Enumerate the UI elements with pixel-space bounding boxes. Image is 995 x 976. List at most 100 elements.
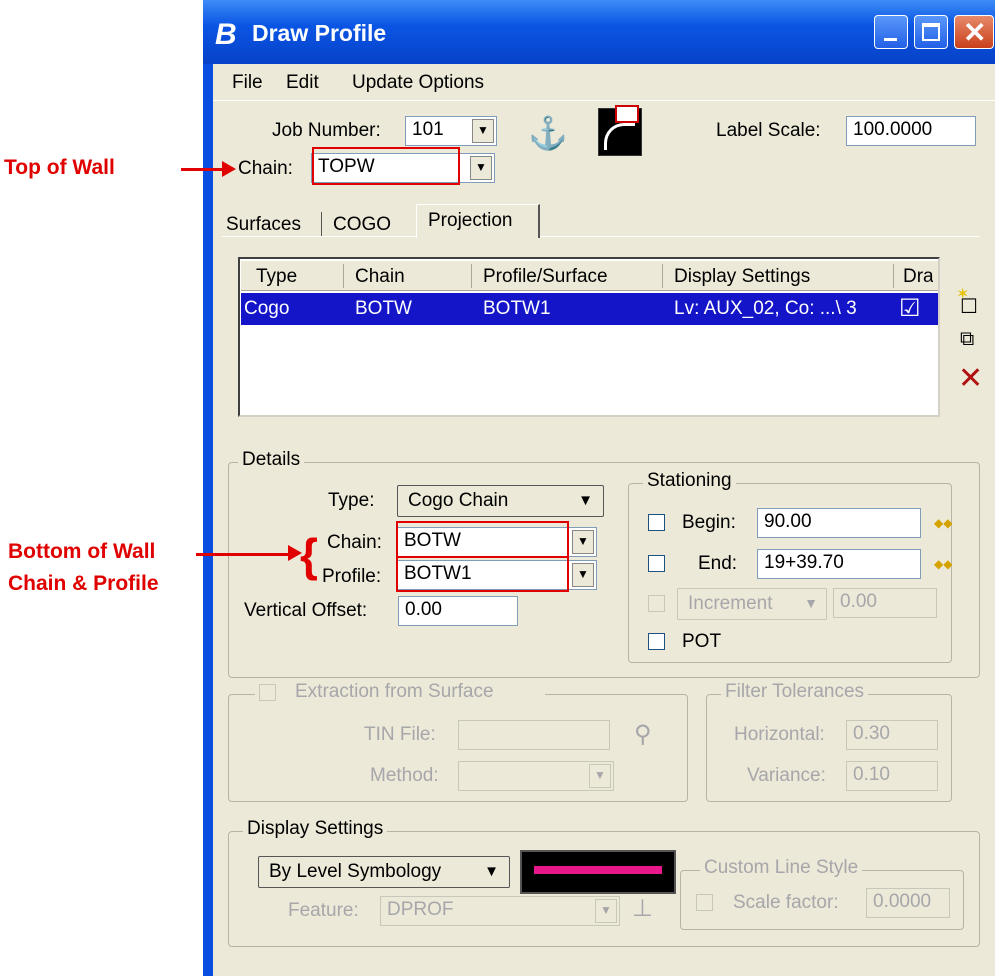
details-title: Details <box>238 449 305 471</box>
window-title: Draw Profile <box>252 20 387 46</box>
chevron-down-icon: ▼ <box>589 764 611 788</box>
job-number-combo[interactable]: 101 ▼ <box>405 116 497 146</box>
maximize-button[interactable] <box>914 15 948 49</box>
increment-dropdown[interactable]: Increment ▼ <box>677 588 827 620</box>
symbology-value: By Level Symbology <box>269 861 442 882</box>
anchor-icon[interactable]: ⚓ <box>528 110 574 156</box>
end-input[interactable]: 19+39.70 <box>757 549 921 579</box>
custom-line-style-title: Custom Line Style <box>700 857 863 879</box>
col-divider <box>893 264 894 288</box>
details-profile-label: Profile: <box>322 566 382 587</box>
details-chain-label: Chain: <box>327 532 382 553</box>
type-label: Type: <box>328 490 375 511</box>
horizontal-input[interactable]: 0.30 <box>846 720 938 750</box>
extraction-header: Extraction from Surface <box>255 681 545 705</box>
menu-update-options[interactable]: Update Options <box>352 72 484 94</box>
locate-end-icon[interactable]: ◆◆ <box>934 557 952 571</box>
extraction-title: Extraction from Surface <box>295 681 494 702</box>
line-color-swatch <box>534 866 662 874</box>
tab-strip-line <box>222 236 980 237</box>
chevron-down-icon: ▼ <box>484 863 499 880</box>
tab-cogo[interactable]: COGO <box>333 214 391 236</box>
chevron-down-icon[interactable]: ▼ <box>572 530 594 554</box>
tab-separator <box>321 212 322 236</box>
delete-icon[interactable]: ✕ <box>958 364 983 394</box>
annotation-chain-profile: Chain & Profile <box>8 572 159 595</box>
display-settings-title: Display Settings <box>243 818 388 840</box>
row-display: Lv: AUX_02, Co: ...\ 3 <box>674 298 857 319</box>
variance-input[interactable]: 0.10 <box>846 761 938 791</box>
search-icon[interactable]: ⚲ <box>634 720 652 749</box>
chevron-down-icon[interactable]: ▼ <box>472 119 494 143</box>
copy-icon[interactable]: ⧉ <box>960 328 974 351</box>
profile-curve-icon[interactable] <box>598 105 642 156</box>
begin-checkbox[interactable] <box>648 514 665 531</box>
line-color-button[interactable] <box>520 850 676 894</box>
tab-projection[interactable]: Projection <box>428 210 513 232</box>
job-number-label: Job Number: <box>272 120 381 141</box>
end-label: End: <box>698 553 738 574</box>
type-dropdown[interactable]: Cogo Chain ▼ <box>397 485 604 517</box>
close-icon: ✕ <box>963 17 987 48</box>
highlight-divider <box>396 556 569 558</box>
annotation-top-of-wall: Top of Wall <box>4 156 115 179</box>
close-button[interactable]: ✕ <box>954 15 994 49</box>
col-divider <box>662 264 663 288</box>
brace-icon: { <box>300 529 318 581</box>
variance-label: Variance: <box>747 765 826 786</box>
label-scale-label: Label Scale: <box>716 120 821 141</box>
locate-begin-icon[interactable]: ◆◆ <box>934 516 952 530</box>
column-profile-surface[interactable]: Profile/Surface <box>483 266 608 288</box>
scale-factor-input[interactable]: 0.0000 <box>866 888 950 918</box>
method-combo[interactable]: ▼ <box>458 761 614 791</box>
feature-combo[interactable]: DPROF ▼ <box>380 896 620 926</box>
pot-checkbox[interactable] <box>648 633 665 650</box>
app-icon: B <box>215 18 237 51</box>
column-type[interactable]: Type <box>256 266 297 288</box>
scale-factor-checkbox[interactable] <box>696 894 713 911</box>
column-draw[interactable]: Dra <box>903 266 933 288</box>
chevron-down-icon[interactable]: ▼ <box>470 156 492 180</box>
annotation-bottom-of-wall: Bottom of Wall <box>8 540 156 563</box>
job-number-value: 101 <box>412 119 444 140</box>
row-chain: BOTW <box>355 298 412 319</box>
tin-file-input[interactable] <box>458 720 610 750</box>
menu-edit[interactable]: Edit <box>286 72 319 94</box>
new-item-icon[interactable]: ☐ ✶ <box>956 286 978 319</box>
vertical-offset-label: Vertical Offset: <box>244 600 368 621</box>
end-checkbox[interactable] <box>648 555 665 572</box>
type-value: Cogo Chain <box>408 490 509 511</box>
minimize-icon <box>884 38 897 41</box>
extraction-checkbox[interactable] <box>259 684 276 701</box>
tab-surfaces[interactable]: Surfaces <box>226 214 301 236</box>
pot-label: POT <box>682 631 722 652</box>
row-profile: BOTW1 <box>483 298 551 319</box>
col-divider <box>471 264 472 288</box>
chevron-down-icon: ▼ <box>578 492 593 509</box>
maximize-icon <box>922 23 940 41</box>
increment-label: Increment <box>688 593 773 614</box>
increment-checkbox[interactable] <box>648 595 665 612</box>
stationing-title: Stationing <box>643 470 736 492</box>
method-label: Method: <box>370 765 439 786</box>
minimize-button[interactable] <box>874 15 908 49</box>
top-of-wall-highlight <box>312 147 460 185</box>
chevron-down-icon: ▼ <box>804 595 818 611</box>
chain-label: Chain: <box>238 158 293 179</box>
vertical-offset-input[interactable]: 0.00 <box>398 596 518 626</box>
chevron-down-icon[interactable]: ▼ <box>572 563 594 587</box>
row-type: Cogo <box>244 298 290 319</box>
scale-factor-label: Scale factor: <box>733 892 839 913</box>
tin-file-label: TIN File: <box>364 724 436 745</box>
column-chain[interactable]: Chain <box>355 266 405 288</box>
begin-input[interactable]: 90.00 <box>757 508 921 538</box>
brush-icon[interactable]: ⊥ <box>632 894 653 923</box>
label-scale-input[interactable]: 100.0000 <box>846 116 976 146</box>
menu-file[interactable]: File <box>232 72 263 94</box>
row-draw-checkbox[interactable]: ☑ <box>899 294 921 323</box>
symbology-dropdown[interactable]: By Level Symbology ▼ <box>258 856 510 888</box>
begin-label: Begin: <box>682 512 736 533</box>
column-display-settings[interactable]: Display Settings <box>674 266 810 288</box>
increment-input[interactable]: 0.00 <box>833 588 937 618</box>
feature-label: Feature: <box>288 900 359 921</box>
